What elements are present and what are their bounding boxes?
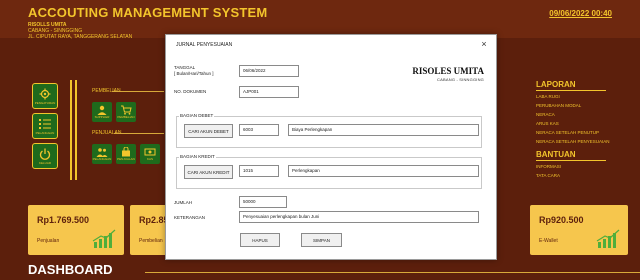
cash-button[interactable]: KAS: [140, 144, 160, 164]
customers-label: PELANGGAN: [35, 130, 55, 135]
report-header: LAPORAN: [536, 80, 606, 91]
credit-account-name-input[interactable]: Perlengkapan: [288, 165, 479, 177]
purchase-label: PEMBELIAN: [117, 115, 135, 119]
report-item-post-closing[interactable]: NERACA SETELAH PENUTUP: [536, 130, 636, 135]
sales-button[interactable]: PENJUALAN: [116, 144, 136, 164]
supplier-button[interactable]: SUPPLIER: [92, 102, 112, 122]
document-number-label: NO. DOKUMEN: [174, 89, 207, 94]
delete-button[interactable]: HAPUS: [240, 233, 280, 247]
cash-icon: [144, 148, 156, 156]
bag-icon: [122, 147, 130, 157]
help-item-info[interactable]: INFORMASI: [536, 164, 636, 169]
help-item-guide[interactable]: TATA CARA: [536, 173, 636, 178]
company-name: RISOLES UMITA: [412, 66, 484, 76]
purchase-card-label: Pembelian: [139, 238, 163, 244]
section-divider: [114, 133, 164, 134]
logout-button[interactable]: KELUAR: [32, 143, 58, 169]
customers-button[interactable]: PELANGGAN: [32, 113, 58, 139]
debit-group-label: BAGIAN DEBET: [179, 113, 215, 118]
ewallet-summary-card: Rp920.500 E-Wallet: [530, 205, 628, 255]
divider-line: [75, 80, 77, 180]
customer-button[interactable]: PELANGGAN: [92, 144, 112, 164]
report-item-adjusted[interactable]: NERACA SETELAH PENYESUAIAN: [536, 139, 636, 144]
credit-account-code-input[interactable]: 1015: [239, 165, 279, 177]
users-icon: [96, 148, 108, 157]
datetime-display: 09/06/2022 00:40: [549, 9, 612, 18]
sales-card-label: Penjualan: [37, 238, 60, 244]
help-header: BANTUAN: [536, 150, 606, 161]
find-debit-account-button[interactable]: CARI AKUN DEBET: [184, 124, 233, 138]
settings-button[interactable]: PENGATURAN: [32, 83, 58, 109]
date-input[interactable]: 06/06/2022: [239, 65, 299, 77]
dashboard-title: DASHBOARD: [28, 262, 113, 277]
dashboard-divider: [145, 272, 640, 273]
debit-account-code-input[interactable]: 6003: [239, 124, 279, 136]
save-button[interactable]: SIMPAN: [301, 233, 342, 247]
credit-group-label: BAGIAN KREDIT: [179, 154, 216, 159]
purchase-summary-card: Rp2.852 Pembelian: [130, 205, 174, 255]
report-item-equity-change[interactable]: PERUBAHAN MODAL: [536, 103, 636, 108]
sales-amount: Rp1.769.500: [37, 215, 90, 225]
divider-line: [70, 80, 72, 180]
business-info: RISOLLS UMITA CABANG - SINNGGING JL. CIP…: [28, 22, 132, 40]
date-label: TANGGAL: [174, 65, 196, 70]
app-title: ACCOUTING MANAGEMENT SYSTEM: [28, 5, 268, 20]
supplier-label: SUPPLIER: [94, 115, 110, 119]
cash-label: KAS: [146, 157, 153, 161]
date-format-hint: [ Bulan/Hari/Tahun ]: [174, 71, 214, 76]
list-icon: [39, 118, 51, 129]
cart-icon: [121, 105, 132, 115]
description-label: KETERANGAN: [174, 215, 206, 220]
report-item-balance-sheet[interactable]: NERACA: [536, 112, 636, 117]
sales-summary-card: Rp1.769.500 Penjualan: [28, 205, 124, 255]
ewallet-card-label: E-Wallet: [539, 238, 558, 244]
ewallet-amount: Rp920.500: [539, 215, 584, 225]
bar-chart-icon: [92, 229, 116, 248]
business-address: JL. CIPUTAT RAYA, TANGGERANG SELATAN: [28, 34, 133, 40]
bar-chart-icon: [596, 229, 620, 248]
debit-account-name-input[interactable]: Biaya Perlengkapan: [288, 124, 479, 136]
customer-label: PELANGGAN: [92, 157, 112, 161]
amount-label: JUMLAH: [174, 200, 193, 205]
right-menu: LAPORAN LABA RUGI PERUBAHAN MODAL NERACA…: [536, 80, 636, 182]
company-branch: CABANG - SINNGGING: [437, 77, 484, 82]
user-icon: [97, 105, 107, 115]
power-icon: [39, 148, 51, 160]
report-item-profit-loss[interactable]: LABA RUGI: [536, 94, 636, 99]
logout-label: KELUAR: [38, 160, 51, 165]
find-credit-account-button[interactable]: CARI AKUN KREDIT: [184, 165, 233, 179]
report-item-cash-flow[interactable]: ARUS KAS: [536, 121, 636, 126]
section-divider: [112, 91, 164, 92]
settings-label: PENGATURAN: [34, 100, 56, 105]
dialog-title: JURNAL PENYESUAIAN: [176, 42, 233, 48]
amount-input[interactable]: 50000: [239, 196, 287, 208]
purchase-button[interactable]: PEMBELIAN: [116, 102, 136, 122]
adjusting-journal-dialog: JURNAL PENYESUAIAN × RISOLES UMITA CABAN…: [165, 34, 497, 260]
gear-icon: [39, 88, 51, 99]
document-number-input[interactable]: AJP001: [239, 86, 299, 98]
description-input[interactable]: Penyesuaian perlengkapan bulan Juni: [239, 211, 479, 223]
close-icon[interactable]: ×: [478, 38, 490, 50]
sales-label: PENJUALAN: [117, 157, 135, 161]
